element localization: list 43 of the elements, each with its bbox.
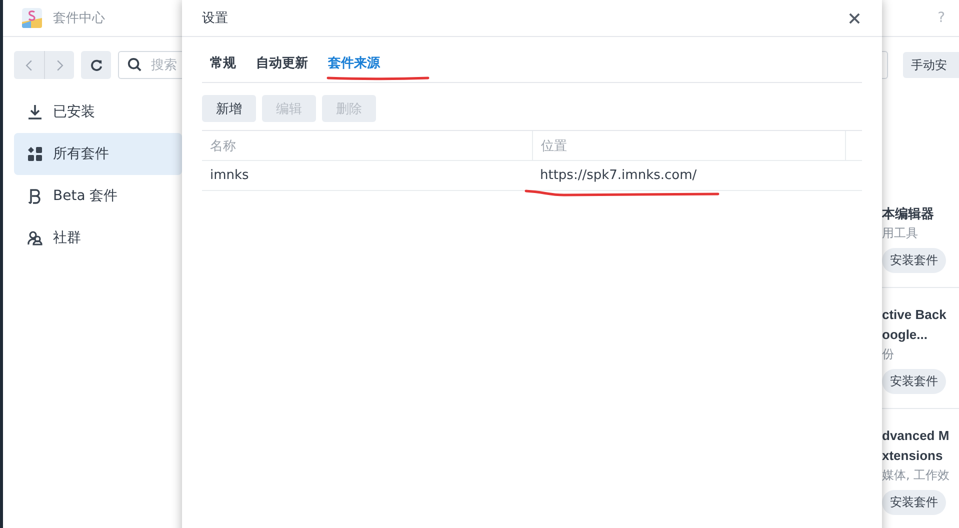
refresh-icon: [90, 58, 102, 72]
action-button[interactable]: 新增: [202, 95, 256, 122]
people-icon: [27, 230, 43, 246]
package-name: 本编辑器: [882, 205, 934, 223]
sidebar-label: 社群: [53, 229, 81, 247]
sidebar-label: 所有套件: [53, 145, 109, 163]
tab[interactable]: 自动更新: [256, 54, 308, 82]
grid-icon: [27, 146, 43, 162]
sidebar-item[interactable]: Beta 套件: [14, 175, 182, 217]
close-button[interactable]: [849, 12, 860, 24]
package-name: oogle...: [882, 326, 928, 344]
sidebar-item[interactable]: 社群: [14, 217, 182, 259]
package-category: 用工具: [882, 225, 918, 242]
search-icon: [127, 57, 142, 72]
beta-icon: [27, 188, 43, 204]
table-cell-text: imnks: [209, 167, 250, 185]
package-name: xtensions: [882, 447, 943, 465]
chevron-left-icon: [25, 58, 33, 72]
column-header: 名称: [209, 138, 237, 156]
package-category: 份: [882, 346, 894, 363]
sidebar-item[interactable]: 所有套件: [14, 133, 182, 175]
download-icon: [27, 104, 43, 120]
install-button[interactable]: 安装套件: [882, 490, 946, 515]
package-name: ctive Back: [882, 306, 946, 324]
sidebar-label: Beta 套件: [53, 187, 118, 205]
refresh-button[interactable]: [81, 51, 111, 79]
table-row[interactable]: imnks https://spk7.imnks.com/: [202, 161, 862, 191]
column-header: 位置: [532, 131, 845, 160]
sidebar-label: 已安装: [53, 103, 95, 121]
tab[interactable]: 常规: [210, 54, 236, 82]
package-logo-icon: [21, 7, 43, 29]
package-name: dvanced M: [882, 427, 950, 445]
tab[interactable]: 套件来源: [328, 54, 380, 82]
package-category: 媒体, 工作效: [882, 467, 950, 484]
close-icon: [849, 12, 860, 24]
sidebar-item[interactable]: 已安装: [14, 91, 182, 133]
install-button[interactable]: 安装套件: [882, 248, 946, 273]
dialog-title: 设置: [202, 10, 228, 27]
install-button[interactable]: 安装套件: [882, 369, 946, 394]
table-cell-text: https://spk7.imnks.com/: [539, 167, 698, 185]
chevron-right-icon: [56, 58, 64, 72]
manual-install-button[interactable]: 手动安: [903, 52, 959, 78]
app-title: 套件中心: [53, 10, 105, 27]
